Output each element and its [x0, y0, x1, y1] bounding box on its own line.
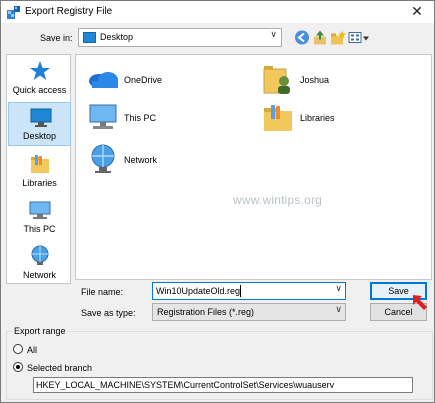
file-name-label: File name: [81, 287, 124, 297]
places-bar: Quick access Desktop Libraries This PC N… [6, 54, 71, 284]
view-menu-icon[interactable] [348, 29, 370, 46]
watermark-text: www.wintips.org [233, 193, 323, 207]
file-item-label: OneDrive [124, 75, 163, 85]
all-radio[interactable] [13, 344, 23, 354]
registry-editor-icon [7, 6, 20, 19]
branch-path-input[interactable]: HKEY_LOCAL_MACHINE\SYSTEM\CurrentControl… [33, 377, 413, 393]
file-item-libraries[interactable]: Libraries [262, 99, 412, 135]
file-name-input[interactable]: Win10UpdateOld.reg ∨ [152, 282, 346, 300]
file-list: OneDrive Joshua This PC Libraries Networ… [75, 54, 432, 280]
place-label: Desktop [22, 131, 57, 141]
star-icon [30, 61, 50, 80]
place-label: This PC [23, 224, 56, 234]
network-icon [91, 144, 115, 173]
radio-selected-dot [16, 365, 20, 369]
export-range-title: Export range [12, 326, 68, 336]
place-this-pc[interactable]: This PC [8, 196, 71, 240]
branch-path-value: HKEY_LOCAL_MACHINE\SYSTEM\CurrentControl… [36, 380, 335, 390]
file-name-value: Win10UpdateOld.reg [156, 286, 241, 296]
file-item-label: Libraries [300, 113, 335, 123]
file-item-onedrive[interactable]: OneDrive [86, 61, 246, 97]
place-desktop[interactable]: Desktop [8, 102, 71, 146]
title-bar: Export Registry File ✕ [1, 1, 434, 23]
all-radio-label: All [27, 345, 38, 355]
libraries-icon [31, 155, 49, 173]
place-libraries[interactable]: Libraries [8, 150, 71, 194]
close-icon[interactable]: ✕ [408, 3, 426, 21]
text-caret [240, 285, 241, 297]
place-label: Quick access [12, 85, 67, 95]
file-item-joshua[interactable]: Joshua [262, 61, 412, 97]
place-quick-access[interactable]: Quick access [8, 57, 71, 101]
selected-branch-radio[interactable] [13, 362, 23, 372]
save-as-type-dropdown[interactable]: Registration Files (*.reg) ∨ [152, 303, 346, 321]
up-folder-icon[interactable] [312, 29, 328, 46]
computer-icon [89, 104, 117, 129]
window-title: Export Registry File [25, 6, 113, 17]
place-network[interactable]: Network [8, 242, 71, 286]
network-icon [31, 245, 49, 265]
save-as-type-label: Save as type: [81, 308, 136, 318]
annotation-arrow-icon [413, 295, 427, 310]
computer-icon [29, 201, 51, 219]
libraries-icon [264, 105, 292, 131]
place-label: Libraries [22, 178, 57, 188]
desktop-icon [30, 108, 52, 127]
new-folder-icon[interactable] [330, 29, 346, 46]
file-item-label: Joshua [300, 75, 330, 85]
back-icon[interactable] [294, 29, 310, 46]
save-in-label: Save in: [40, 33, 73, 43]
chevron-down-icon: ∨ [335, 305, 342, 315]
file-item-network[interactable]: Network [86, 141, 246, 177]
export-registry-dialog: Export Registry File ✕ Save in: Desktop … [0, 0, 435, 403]
save-as-type-value: Registration Files (*.reg) [157, 307, 255, 317]
file-item-this-pc[interactable]: This PC [86, 99, 246, 135]
file-item-label: This PC [124, 113, 157, 123]
folder-icon [83, 32, 96, 43]
place-label: Network [22, 270, 56, 280]
file-item-label: Network [124, 155, 158, 165]
chevron-down-icon: ∨ [270, 30, 277, 40]
selected-branch-label: Selected branch [27, 363, 93, 373]
chevron-down-icon: ∨ [335, 284, 342, 294]
onedrive-icon [89, 72, 118, 88]
save-in-dropdown[interactable]: Desktop ∨ [78, 28, 282, 47]
user-folder-icon [263, 66, 290, 94]
save-in-value: Desktop [100, 32, 134, 42]
